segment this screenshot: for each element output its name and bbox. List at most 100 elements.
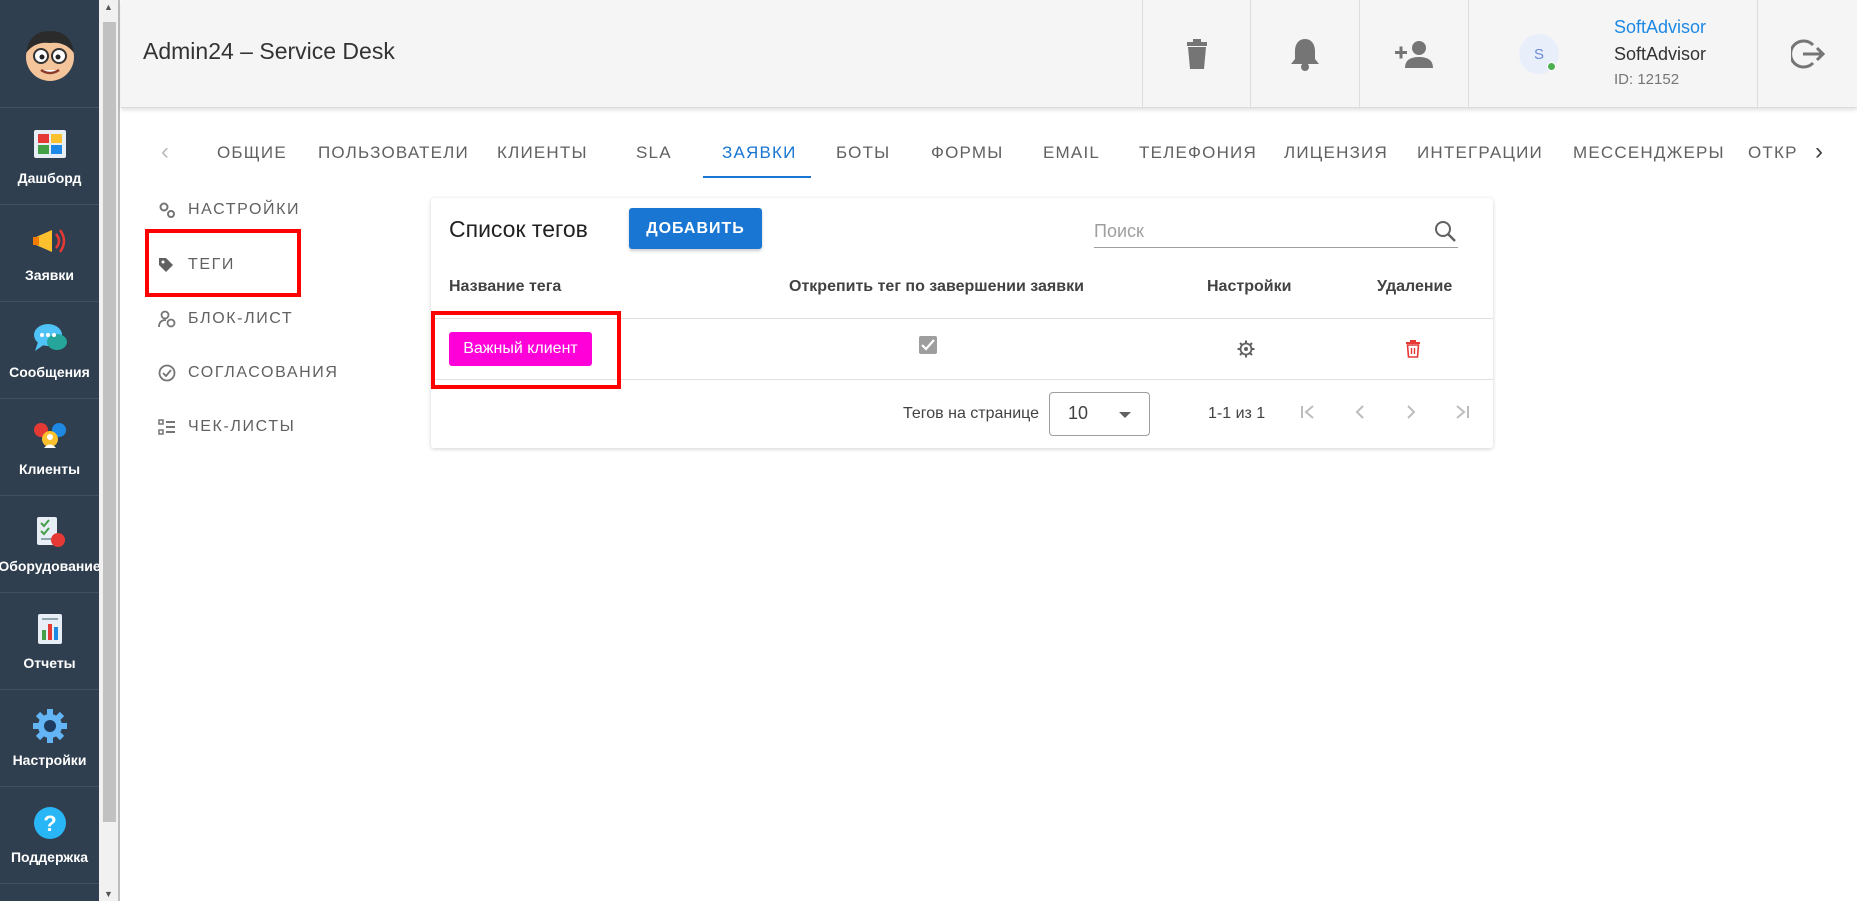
sidebar-item-equipment[interactable]: Оборудование [0,496,101,593]
app-title: Admin24 – Service Desk [143,38,395,64]
trash-icon [1186,39,1207,69]
column-header-unpin: Открепить тег по завершении заявки [789,278,1084,295]
block-user-icon [158,310,176,328]
sidebar-item-label: Оборудование [0,558,101,574]
top-header: Admin24 – Service Desk S SoftAdvisor Sof… [121,0,1857,108]
check-circle-icon [158,364,176,382]
checklist-icon [158,418,176,436]
tab-truncated[interactable]: ОТКР [1748,143,1796,163]
checkmark-icon [921,339,935,351]
rows-per-page-label: Тегов на странице [903,405,1040,422]
settings-cogs-icon [158,201,176,219]
tab-forms[interactable]: ФОРМЫ [931,143,1004,163]
first-page-icon[interactable] [1298,402,1318,422]
user-id: ID: 12152 [1614,71,1680,88]
report-icon [32,611,68,647]
avatar-initial: S [1533,45,1544,63]
app-root: Дашборд Заявки Сообщения Клиенты Оборудо [0,0,1857,901]
help-icon: ? [32,805,68,841]
tab-general[interactable]: ОБЩИЕ [217,143,287,163]
sidebar-item-settings[interactable]: Настройки [0,690,99,787]
add-user-icon [1394,41,1433,68]
unpin-checkbox[interactable] [919,336,937,354]
trash-button[interactable] [1142,0,1250,108]
tab-requests[interactable]: ЗАЯВКИ [722,143,797,163]
menu-item-label: НАСТРОЙКИ [188,201,301,218]
menu-item-label: БЛОК-ЛИСТ [188,310,294,327]
rows-per-page-value: 10 [1068,403,1089,423]
next-page-icon[interactable] [1401,402,1421,422]
sidebar-item-label: Настройки [12,752,87,768]
sidebar-item-label: Поддержка [10,849,89,865]
sidebar-item-support[interactable]: ? Поддержка [0,787,99,884]
tab-clients[interactable]: КЛИЕНТЫ [497,143,588,163]
scrollbar-thumb[interactable] [103,22,116,822]
notifications-button[interactable] [1250,0,1358,108]
megaphone-icon [32,223,68,259]
page-scrollbar[interactable]: ▲ ▼ [99,0,120,901]
avatar[interactable]: S [1519,34,1559,74]
column-header-settings: Настройки [1207,278,1292,295]
equipment-icon [32,514,68,550]
main-sidebar: Дашборд Заявки Сообщения Клиенты Оборудо [0,0,101,901]
last-page-icon[interactable] [1452,402,1472,422]
svg-text:?: ? [43,811,56,836]
sidebar-item-requests[interactable]: Заявки [0,205,99,302]
user-profile-link[interactable]: SoftAdvisor [1614,17,1706,38]
sidebar-item-label: Сообщения [9,364,90,380]
sidebar-item-dashboard[interactable]: Дашборд [0,108,99,205]
tabs-next-arrow-icon[interactable]: › [1815,138,1823,166]
tabs-prev-arrow-icon[interactable]: ‹ [161,138,169,166]
tab-bots[interactable]: БОТЫ [836,143,890,163]
sidebar-item-label: Отчеты [23,655,76,671]
app-logo[interactable] [0,0,99,108]
tag-delete-trash-icon[interactable] [1405,340,1421,358]
column-header-delete: Удаление [1377,278,1453,295]
menu-item-settings[interactable]: НАСТРОЙКИ [158,201,300,219]
pagination-range: 1-1 из 1 [1208,405,1266,422]
sidebar-item-reports[interactable]: Отчеты [0,593,99,690]
sidebar-item-label: Заявки [25,267,74,283]
settings-tabs: ‹ ОБЩИЕ ПОЛЬЗОВАТЕЛИ КЛИЕНТЫ SLA ЗАЯВКИ … [121,128,1857,180]
menu-item-checklists[interactable]: ЧЕК-ЛИСТЫ [158,418,295,436]
active-tab-indicator [703,176,811,178]
sidebar-item-label: Дашборд [17,170,82,186]
search-field[interactable] [1094,216,1458,248]
logout-button[interactable] [1758,0,1857,108]
user-name: SoftAdvisor [1614,44,1707,64]
menu-item-label: СОГЛАСОВАНИЯ [188,364,339,381]
sidebar-item-clients[interactable]: Клиенты [0,399,99,496]
chat-bubbles-icon [32,320,68,356]
rows-per-page-select[interactable]: 10 [1049,392,1150,436]
tab-users[interactable]: ПОЛЬЗОВАТЕЛИ [318,143,469,163]
column-header-tag-name: Название тега [449,278,562,295]
tab-telephony[interactable]: ТЕЛЕФОНИЯ [1139,143,1257,163]
avatar-logo-icon [25,30,74,81]
highlight-box-tag-chip [431,311,621,389]
add-tag-button[interactable]: ДОБАВИТЬ [629,208,762,249]
scroll-up-arrow-icon[interactable]: ▲ [104,2,113,12]
tab-integrations[interactable]: ИНТЕГРАЦИИ [1417,143,1543,163]
menu-item-label: ЧЕК-ЛИСТЫ [188,418,296,435]
sidebar-item-messages[interactable]: Сообщения [0,302,99,399]
card-title: Список тегов [449,216,588,242]
search-input[interactable] [1094,216,1414,246]
scroll-down-arrow-icon[interactable]: ▼ [104,889,113,899]
menu-item-approvals[interactable]: СОГЛАСОВАНИЯ [158,364,339,382]
prev-page-icon[interactable] [1350,402,1370,422]
add-user-button[interactable] [1359,0,1467,108]
logout-icon [1790,39,1825,69]
bell-icon [1290,39,1319,71]
online-status-dot [1547,62,1556,71]
user-profile[interactable]: S SoftAdvisor SoftAdvisor ID: 12152 [1468,0,1758,108]
dropdown-caret-icon [1119,412,1131,418]
tag-settings-gear-icon[interactable] [1237,340,1255,358]
tab-sla[interactable]: SLA [636,143,672,163]
search-icon[interactable] [1434,220,1456,242]
tab-license[interactable]: ЛИЦЕНЗИЯ [1284,143,1388,163]
menu-item-blocklist[interactable]: БЛОК-ЛИСТ [158,310,293,328]
highlight-box-tags-menu [145,229,301,297]
tab-email[interactable]: EMAIL [1043,143,1100,163]
clients-icon [32,417,68,453]
tab-messengers[interactable]: МЕССЕНДЖЕРЫ [1573,143,1725,163]
